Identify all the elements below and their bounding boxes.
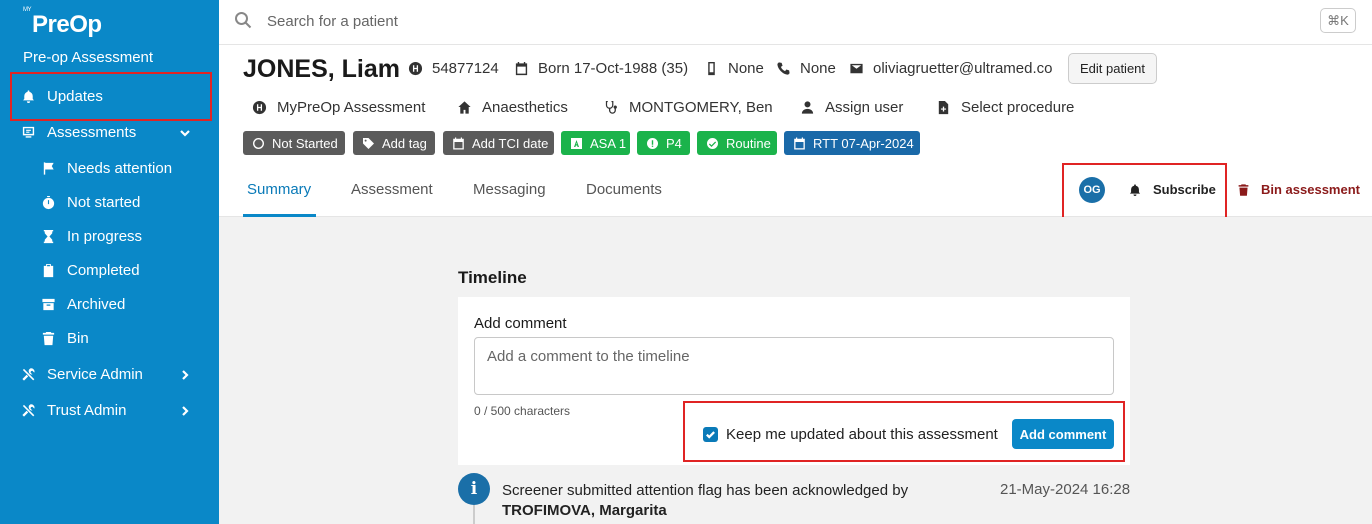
stopwatch-icon [40, 194, 56, 210]
patient-name: JONES, Liam [243, 55, 400, 83]
urgency-badge[interactable]: Routine [697, 131, 777, 155]
archive-icon [40, 296, 56, 312]
calendar-icon [513, 61, 529, 77]
comment-textarea[interactable] [474, 337, 1114, 395]
tab-assessment[interactable]: Assessment [351, 181, 433, 198]
calendar-icon [452, 137, 465, 150]
timeline-title: Timeline [458, 268, 527, 287]
alert-circle-icon [646, 137, 659, 150]
hospital-icon [407, 61, 423, 77]
add-tag-button[interactable]: Add tag [353, 131, 435, 155]
trash-icon [40, 330, 56, 346]
check-circle-icon [706, 137, 719, 150]
date-of-birth: Born 17-Oct-1988 (35) [513, 60, 688, 77]
rtt-date-badge[interactable]: RTT 07-Apr-2024 [784, 131, 920, 155]
sidebar-item-bin[interactable]: Bin [0, 324, 219, 352]
sidebar-item-label: Needs attention [67, 159, 173, 177]
sidebar-item-label: Assessments [47, 123, 137, 141]
user-icon [799, 100, 815, 116]
info-icon: i [458, 473, 490, 505]
envelope-icon [848, 61, 864, 77]
top-search-bar: ⌘K [219, 0, 1372, 45]
document-plus-icon [935, 100, 951, 116]
sidebar-item-label: Bin [67, 329, 89, 347]
trash-icon [1238, 183, 1249, 196]
sidebar-item-label: Not started [67, 193, 141, 211]
assign-user-button[interactable]: Assign user [799, 99, 903, 116]
search-input[interactable] [267, 10, 1167, 32]
stethoscope-icon [603, 100, 619, 116]
mobile-number: None [703, 60, 764, 77]
sidebar-item-service-admin[interactable]: Service Admin [0, 360, 219, 388]
chevron-right-icon [179, 368, 191, 380]
status-badge[interactable]: Not Started [243, 131, 345, 155]
character-count: 0 / 500 characters [474, 404, 571, 418]
sidebar-item-archived[interactable]: Archived [0, 290, 219, 318]
select-procedure-button[interactable]: Select procedure [935, 99, 1074, 116]
search-icon [234, 11, 252, 29]
add-tci-date-button[interactable]: Add TCI date [443, 131, 554, 155]
highlight-box [10, 72, 212, 121]
tab-messaging[interactable]: Messaging [473, 181, 546, 198]
sidebar-item-completed[interactable]: Completed [0, 256, 219, 284]
bin-assessment-button[interactable]: Bin assessment [1237, 182, 1360, 197]
sidebar-item-in-progress[interactable]: In progress [0, 222, 219, 250]
timeline-entry-time: 21-May-2024 16:28 [1000, 481, 1131, 498]
hourglass-icon [40, 228, 56, 244]
chevron-right-icon [179, 404, 191, 416]
tab-summary[interactable]: Summary [247, 181, 311, 198]
mobile-icon [703, 61, 719, 77]
edit-patient-button[interactable]: Edit patient [1068, 53, 1157, 84]
timeline-entry: Screener submitted attention flag has be… [502, 482, 909, 519]
comment-label: Add comment [474, 315, 567, 332]
asa-badge[interactable]: ASA 1 [561, 131, 630, 155]
app-logo[interactable]: MYPreOp [23, 7, 102, 39]
sidebar: MYPreOp Pre-op Assessment Updates Assess… [0, 0, 219, 524]
timeline-connector [473, 505, 475, 524]
highlight-box [683, 401, 1125, 462]
phone-icon [775, 61, 791, 77]
sidebar-item-label: In progress [67, 227, 143, 245]
sidebar-item-label: Service Admin [47, 365, 143, 383]
hospital-number: 54877124 [407, 60, 499, 77]
sidebar-item-trust-admin[interactable]: Trust Admin [0, 396, 219, 424]
calendar-icon [793, 137, 806, 150]
sidebar-item-label: Completed [67, 261, 140, 279]
keyboard-shortcut-badge: ⌘K [1320, 8, 1356, 33]
sidebar-item-label: Trust Admin [47, 401, 127, 419]
assessment-type: MyPreOp Assessment [251, 99, 425, 116]
clipboard-icon [20, 124, 36, 140]
clinician[interactable]: MONTGOMERY, Ben [603, 99, 773, 116]
tools-icon [20, 366, 36, 382]
tools-icon [20, 402, 36, 418]
clipboard-check-icon [40, 262, 56, 278]
email-address: oliviagruetter@ultramed.co [848, 60, 1052, 77]
department: Anaesthetics [456, 99, 568, 116]
circle-icon [252, 137, 265, 150]
app-subtitle: Pre-op Assessment [23, 49, 154, 66]
chevron-down-icon [179, 126, 191, 138]
sidebar-item-assessments[interactable]: Assessments [0, 118, 219, 146]
hospital-icon [251, 100, 267, 116]
asa-icon [570, 137, 583, 150]
home-icon [456, 100, 472, 116]
sidebar-item-needs-attention[interactable]: Needs attention [0, 154, 219, 182]
tag-icon [362, 137, 375, 150]
highlight-box [1062, 163, 1227, 219]
sidebar-item-not-started[interactable]: Not started [0, 188, 219, 216]
tab-documents[interactable]: Documents [586, 181, 662, 198]
phone-number: None [775, 60, 836, 77]
priority-badge[interactable]: P4 [637, 131, 690, 155]
sidebar-item-label: Archived [67, 295, 126, 313]
timeline-entry-author: TROFIMOVA, Margarita [502, 502, 667, 519]
flag-icon [40, 160, 56, 176]
